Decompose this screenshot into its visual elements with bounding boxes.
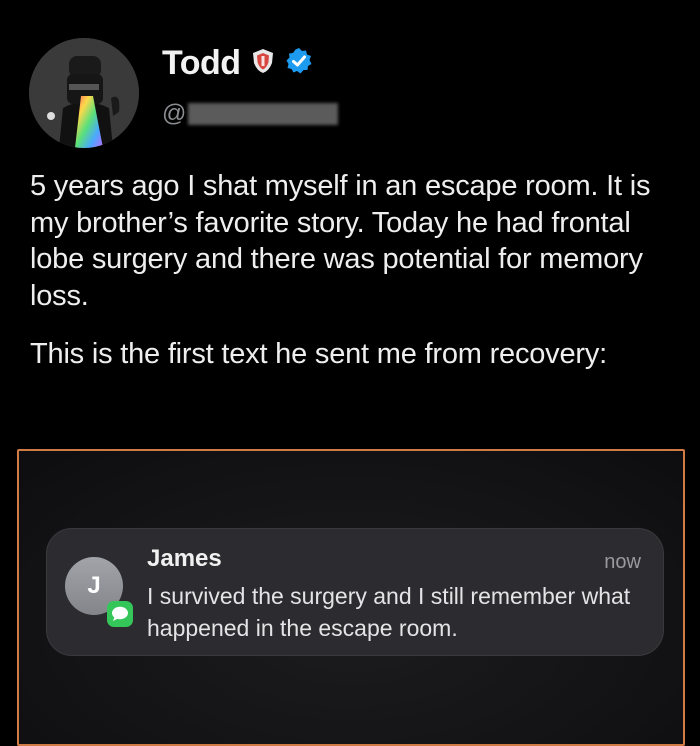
shield-badge-icon <box>251 47 275 80</box>
notification-card: J James now I survived the surgery and I… <box>46 528 664 656</box>
name-row: Todd <box>162 44 313 83</box>
handle-prefix[interactable]: @ <box>162 100 186 128</box>
profile-avatar[interactable] <box>29 38 139 148</box>
verified-badge-icon <box>285 47 313 80</box>
handle-row: @ <box>162 100 339 128</box>
tweet-text: 5 years ago I shat myself in an escape r… <box>30 168 680 373</box>
messages-icon <box>107 601 133 627</box>
notification-time: now <box>604 551 641 573</box>
notification-sender: James <box>147 545 222 572</box>
tweet-paragraph: 5 years ago I shat myself in an escape r… <box>30 170 651 312</box>
tweet-media-image[interactable]: J James now I survived the surgery and I… <box>17 449 685 746</box>
display-name[interactable]: Todd <box>162 44 241 83</box>
avatar-image <box>29 38 139 148</box>
handle-redacted <box>188 103 339 125</box>
notification-body: I survived the surgery and I still remem… <box>147 583 631 642</box>
contact-initial: J <box>87 572 101 599</box>
tweet-paragraph: This is the first text he sent me from r… <box>30 338 608 371</box>
